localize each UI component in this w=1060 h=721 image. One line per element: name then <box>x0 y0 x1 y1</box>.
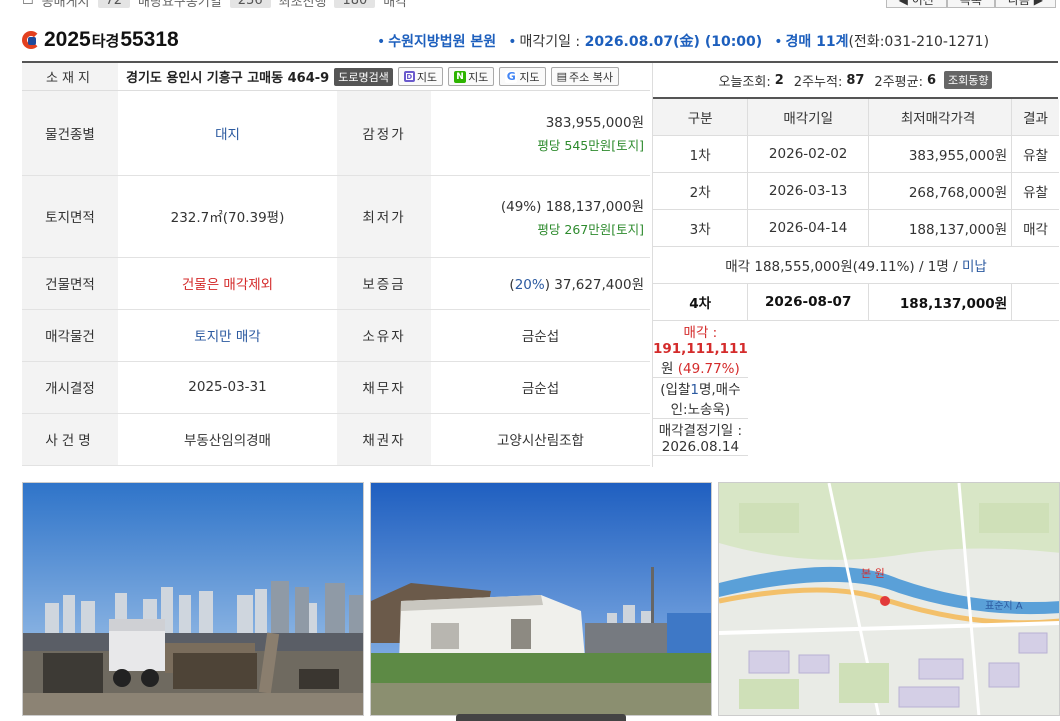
address-value: 경기도 용인시 기흥구 고매동 464-9 <box>126 71 330 86</box>
next-button[interactable]: 다음 ▶ <box>994 0 1056 8</box>
site-photo-yard[interactable] <box>22 482 364 716</box>
top-stats-strip: ☐ 공매게시 72 배당요구종기일 236 최초진행 180 매각 ◀ 이전 목… <box>0 0 1060 10</box>
auction-history-table: 구분 매각기일 최저매각가격 결과 1차 2026-02-02 383,955,… <box>653 99 1059 456</box>
view-trend-button[interactable]: 조회동향 <box>944 71 993 89</box>
decision-date-row: 매각결정기일 : 2026.08.14 <box>653 418 1059 456</box>
appraisal-price: 383,955,000원 평당 545만원[토지] <box>431 91 650 176</box>
view-stats: 오늘조회: 2 2주누적: 87 2주평균: 6 조회동향 <box>653 63 1058 99</box>
column-header: 매각기일 <box>747 99 869 136</box>
table-row: 매각물건 토지만 매각 소유자 금순섭 <box>22 309 650 362</box>
naver-logo-icon: N <box>454 70 467 83</box>
photo-gallery: 본 원 표순지 A <box>22 482 1060 721</box>
list-button[interactable]: 목록 <box>946 0 995 8</box>
sale-note-row: 매각 188,555,000원(49.11%) / 1명 / 미납 <box>653 246 1059 284</box>
sale-object: 토지만 매각 <box>118 309 337 362</box>
final-sale-row: 매각 : 191,111,111원 (49.77%) <box>653 320 1059 378</box>
dept-label: 경매 11계 <box>785 34 849 50</box>
property-type: 대지 <box>118 91 337 176</box>
row-label: 소유자 <box>337 309 431 362</box>
copy-icon: ▤ <box>556 70 567 83</box>
deposit: (20%) 37,627,400원 <box>431 257 650 310</box>
case-number: 2025 타경 55318 <box>44 28 179 51</box>
debtor: 금순섭 <box>431 361 650 414</box>
dept-phone: (전화:031-210-1271) <box>848 34 990 50</box>
table-row: 건물면적 건물은 매각제외 보증금 (20%) 37,627,400원 <box>22 257 650 310</box>
stat-count: 72 <box>97 0 131 8</box>
map-station-label: 표순지 A <box>985 600 1023 612</box>
daum-map-button[interactable]: D 지도 <box>397 67 444 86</box>
table-row: 개시결정 2025-03-31 채무자 금순섭 <box>22 361 650 414</box>
stat-label: 배당요구종기일 <box>138 0 222 10</box>
table-row: 1차 2026-02-02 383,955,000원 유찰 <box>653 135 1059 173</box>
row-label: 물건종별 <box>22 91 118 176</box>
daum-logo-icon: D <box>403 71 415 82</box>
case-header: 2025 타경 55318 • 수원지방법원 본원 • 매각기일 : 2026.08.0… <box>22 26 1058 54</box>
site-logo-icon <box>22 31 40 49</box>
column-header: 결과 <box>1011 99 1059 136</box>
naver-map-button[interactable]: N 지도 <box>448 67 495 86</box>
road-name-search-button[interactable]: 도로명검색 <box>334 67 393 86</box>
row-label: 건물면적 <box>22 257 118 310</box>
row-label: 사건명 <box>22 413 118 466</box>
address-label: 소재지 <box>22 63 118 90</box>
table-row: 사건명 부동산임의경매 채권자 고양시산림조합 <box>22 413 650 466</box>
row-label: 채권자 <box>337 413 431 466</box>
stat-label: 매각 <box>383 0 408 10</box>
location-map[interactable]: 본 원 표순지 A <box>718 482 1060 716</box>
creditor: 고양시산림조합 <box>431 413 650 466</box>
bidder-row: (입찰1명,매수인:노송욱) <box>653 377 1059 419</box>
google-logo-icon: G <box>505 70 518 83</box>
case-detail-table: 소재지 경기도 용인시 기흥구 고매동 464-9 도로명검색 D 지도 N 지도 … <box>22 61 1059 467</box>
row-label: 개시결정 <box>22 361 118 414</box>
stat-count: 180 <box>334 0 376 8</box>
column-header: 최저매각가격 <box>868 99 1012 136</box>
case-name: 부동산임의경매 <box>118 413 337 466</box>
row-label: 매각물건 <box>22 309 118 362</box>
unpaid-link[interactable]: 미납 <box>962 259 987 275</box>
photo-caption-tab[interactable] <box>456 714 626 721</box>
row-label: 감정가 <box>337 91 431 176</box>
table-row: 3차 2026-04-14 188,137,000원 매각 <box>653 209 1059 247</box>
stat-label: 공매게시 <box>41 0 90 10</box>
google-map-button[interactable]: G 지도 <box>499 67 546 86</box>
current-round-row: 4차 2026-08-07 188,137,000원 <box>653 283 1059 321</box>
row-label: 보증금 <box>337 257 431 310</box>
prev-button[interactable]: ◀ 이전 <box>885 0 947 8</box>
row-label: 최저가 <box>337 175 431 258</box>
start-decision-date: 2025-03-31 <box>118 361 337 414</box>
owner: 금순섭 <box>431 309 650 362</box>
case-info: • 수원지방법원 본원 • 매각기일 : 2026.08.07(金) (10:00)… <box>377 34 990 50</box>
row-label: 토지면적 <box>22 175 118 258</box>
table-row: 2차 2026-03-13 268,768,000원 유찰 <box>653 172 1059 210</box>
auction-history-panel: 오늘조회: 2 2주누적: 87 2주평균: 6 조회동향 구분 매각기일 최저매각가… <box>652 63 1059 467</box>
sale-date: 2026.08.07(金) (10:00) <box>584 34 763 50</box>
building-area: 건물은 매각제외 <box>118 257 337 310</box>
map-place-label: 본 원 <box>861 567 885 580</box>
address-row: 소재지 경기도 용인시 기흥구 고매동 464-9 도로명검색 D 지도 N 지도 … <box>22 63 650 91</box>
table-row: 토지면적 232.7㎡(70.39평) 최저가 (49%) 188,137,00… <box>22 175 650 258</box>
stat-label: 최초진행 <box>278 0 327 10</box>
table-row: 물건종별 대지 감정가 383,955,000원 평당 545만원[토지] <box>22 91 650 176</box>
land-area: 232.7㎡(70.39평) <box>118 175 337 258</box>
row-label: 채무자 <box>337 361 431 414</box>
court-name: 수원지방법원 본원 <box>388 34 497 50</box>
property-info-table: 물건종별 대지 감정가 383,955,000원 평당 545만원[토지] 토지… <box>22 91 650 466</box>
column-header: 구분 <box>653 99 748 136</box>
stat-count: 236 <box>229 0 271 8</box>
copy-address-button[interactable]: ▤ 주소 복사 <box>550 67 619 86</box>
checkbox-icon[interactable]: ☐ <box>22 0 34 8</box>
minimum-price: (49%) 188,137,000원 평당 267만원[토지] <box>431 175 650 258</box>
site-photo-building[interactable] <box>370 482 712 716</box>
